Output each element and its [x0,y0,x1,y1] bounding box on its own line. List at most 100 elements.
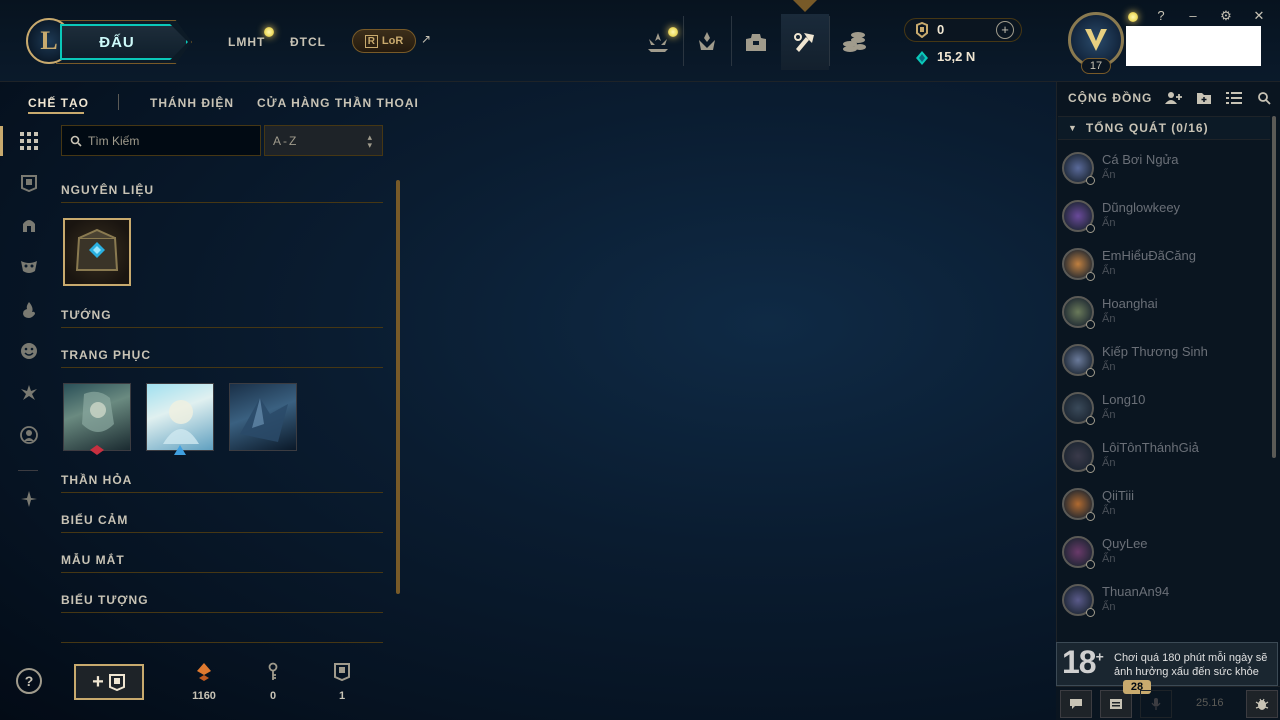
section-materials[interactable]: NGUYÊN LIỆU [61,183,154,197]
grid-icon[interactable] [18,130,40,152]
search-input[interactable] [88,133,248,148]
friend-row[interactable]: Kiếp Thương Sinh Ẩn [1062,344,1262,388]
friend-row[interactable]: Dũnglowkeey Ẩn [1062,200,1262,244]
close-icon[interactable]: ✕ [1251,8,1267,24]
search-icon[interactable] [1255,90,1273,106]
status-indicator [1086,368,1095,377]
voice-button[interactable] [1140,690,1172,718]
chat-icon [1070,699,1082,709]
chevron-down-icon: ▼ [1068,123,1078,133]
skin-shard-tile[interactable] [63,383,131,451]
friends-scrollbar[interactable] [1272,116,1276,458]
collection-icon[interactable] [732,14,780,70]
status-indicator [1086,416,1095,425]
lor-button[interactable]: R LoR [352,29,416,53]
active-tab-underline [28,112,84,114]
flame-icon[interactable] [18,299,40,321]
tft-icon[interactable] [18,488,40,510]
friend-row[interactable]: QuyLee Ẩn [1062,536,1262,580]
home-icon[interactable] [634,14,682,70]
lor-logo-icon: R [364,34,378,48]
sort-dropdown[interactable]: A-Z ▴ ▾ [264,125,383,156]
section-divider [61,572,383,573]
section-divider [61,612,383,613]
nav-link-lmht[interactable]: LMHT [228,35,265,49]
tab-crafting[interactable]: CHẾ TẠO [28,96,89,110]
section-icons[interactable]: BIỂU TƯỢNG [61,593,149,607]
key-count: 0 [269,690,277,702]
crafting-icon[interactable] [781,14,829,70]
skin-shard-tile[interactable] [229,383,297,451]
friend-row[interactable]: Long10 Ẩn [1062,392,1262,436]
social-header: CỘNG ĐỒNG [1068,91,1153,105]
chest-icon[interactable] [18,172,40,194]
friend-row[interactable]: LôiTônThánhGiả Ẩn [1062,440,1262,484]
nav-link-dtcl[interactable]: ĐTCL [290,35,326,49]
profile-icon[interactable] [18,424,40,446]
age-rating: 18+ [1062,644,1104,680]
friend-group-header[interactable]: ▼ TỔNG QUÁT (0/16) [1058,116,1270,140]
external-link-icon: ↗ [421,32,432,46]
sort-value: A-Z [273,133,299,148]
section-wards[interactable]: THẦN HỎA [61,473,132,487]
friend-status: Ẩn [1102,169,1116,181]
status-indicator [1086,608,1095,617]
friend-row[interactable]: Hoanghai Ẩn [1062,296,1262,340]
settings-icon[interactable]: ⚙ [1218,8,1234,24]
hextech-chest-tile[interactable] [63,218,131,286]
section-eyes[interactable]: MẪU MẮT [61,553,125,567]
section-divider [61,202,383,203]
friend-row[interactable]: EmHiểuĐãCăng Ẩn [1062,248,1262,292]
add-chest-button[interactable]: + [74,664,144,700]
buy-rp-button[interactable]: + [996,21,1014,39]
lor-label: LoR [381,35,404,47]
section-divider [61,642,383,643]
status-indicator [1086,176,1095,185]
helmet-icon[interactable] [18,214,40,236]
list-icon[interactable] [1225,90,1243,106]
emote-icon[interactable] [18,340,40,362]
plus-icon: + [92,670,104,693]
friend-row[interactable]: Cá Bơi Ngửa Ẩn [1062,152,1262,196]
status-indicator [1086,224,1095,233]
friend-group-label: TỔNG QUÁT (0/16) [1085,121,1209,135]
section-divider [61,532,383,533]
friend-name: Hoanghai [1102,296,1158,311]
chest-count: 1 [338,690,346,702]
section-emotes[interactable]: BIỂU CẢM [61,513,128,527]
friend-name: ThuanAn94 [1102,584,1170,599]
active-indicator-caret [793,0,817,12]
help-button[interactable]: ? [16,668,42,694]
help-icon[interactable]: ? [1153,8,1169,23]
mask-icon[interactable] [18,256,40,278]
skin-shard-tile[interactable] [146,383,214,451]
missions-button[interactable] [1100,690,1132,718]
bug-report-button[interactable] [1246,690,1278,718]
store-icon[interactable] [830,14,878,70]
tab-mythic-shop[interactable]: CỬA HÀNG THẦN THOẠI [257,96,419,110]
add-folder-icon[interactable] [1195,90,1213,106]
friend-status: Ẩn [1102,313,1116,325]
section-divider [61,492,383,493]
chest-icon [108,674,125,691]
tab-sanctum[interactable]: THÁNH ĐIỆN [150,96,234,110]
status-indicator [1086,560,1095,569]
blue-essence-value: 15,2 N [937,49,976,64]
section-skins[interactable]: TRANG PHỤC [61,348,151,362]
orange-essence-count: 1160 [192,690,216,702]
loot-scrollbar[interactable] [396,180,400,594]
status-indicator [1086,320,1095,329]
search-box[interactable] [61,125,261,156]
clash-icon[interactable] [683,14,731,70]
ward-icon[interactable] [18,382,40,404]
rail-divider [18,470,38,471]
friend-row[interactable]: ThuanAn94 Ẩn [1062,584,1262,628]
chat-button[interactable] [1060,690,1092,718]
section-champions[interactable]: TƯỚNG [61,308,112,322]
blue-essence-icon [916,51,928,65]
add-friend-icon[interactable] [1165,90,1183,106]
minimize-icon[interactable]: – [1185,8,1201,23]
friend-row[interactable]: QiiTiii Ẩn [1062,488,1262,532]
notification-dot [668,27,678,37]
play-button[interactable]: ĐẤU [60,24,188,60]
